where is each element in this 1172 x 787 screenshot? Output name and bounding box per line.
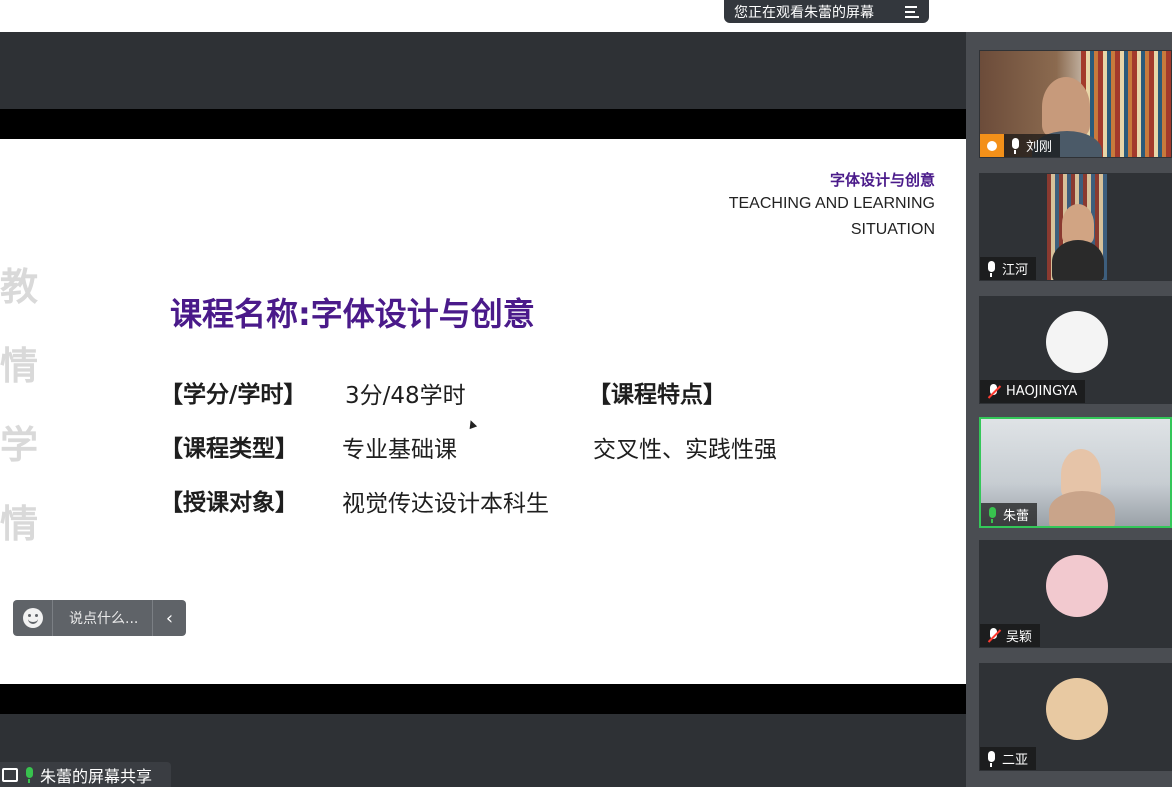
participant-label: 朱蕾: [981, 503, 1038, 526]
brand-en-line1: TEACHING AND LEARNING: [728, 195, 935, 212]
info-value: 视觉传达设计本科生: [342, 491, 549, 517]
emoji-button[interactable]: [13, 600, 53, 636]
participant-label: 二亚: [980, 747, 1037, 770]
participant-label: 吴颖: [980, 624, 1041, 647]
letterbox-top: [0, 109, 966, 139]
screen-share-name: 朱蕾的屏幕共享: [40, 766, 153, 786]
avatar: [1046, 311, 1108, 373]
side-decoration-chars: 教 情 学 情: [0, 247, 38, 563]
letterbox-bottom: [0, 684, 966, 714]
info-row-credits: 【学分/学时】: [160, 375, 342, 409]
slide-brand: 字体设计与创意 TEACHING AND LEARNING SITUATION: [729, 169, 935, 243]
chat-input[interactable]: 说点什么...: [53, 608, 152, 628]
participant-tile-active[interactable]: 朱蕾: [979, 417, 1172, 528]
info-label: 【课程类型】: [160, 436, 298, 462]
participant-tile[interactable]: 刘刚: [979, 50, 1172, 158]
feature-value: 交叉性、实践性强: [593, 437, 777, 463]
top-bar: [0, 0, 1172, 32]
info-value: 专业基础课: [342, 437, 457, 463]
brand-cn: 字体设计与创意: [829, 171, 935, 189]
menu-icon[interactable]: [905, 3, 921, 19]
screen-share-label: 朱蕾的屏幕共享: [0, 762, 171, 787]
avatar: [1046, 555, 1108, 617]
info-row-type: 【课程类型】: [160, 429, 342, 463]
microphone-icon: [1010, 137, 1020, 154]
chat-bar: 说点什么... ‹: [13, 600, 186, 636]
watching-status-pill[interactable]: 您正在观看朱蕾的屏幕: [724, 0, 929, 23]
microphone-icon: [987, 506, 997, 523]
collapse-chat-button[interactable]: ‹: [152, 600, 186, 636]
side-char: 学: [0, 423, 39, 467]
participant-name: 刘刚: [1026, 140, 1053, 155]
participant-tile[interactable]: 吴颖: [979, 540, 1172, 648]
participant-name: 江河: [1002, 263, 1029, 278]
participant-label: 刘刚: [980, 134, 1061, 157]
participant-video-body: [1049, 491, 1115, 526]
participant-video-body: [1052, 240, 1104, 280]
participant-tile[interactable]: 江河: [979, 173, 1172, 281]
info-label: 【学分/学时】: [160, 382, 307, 408]
participant-video-person: [1062, 204, 1094, 244]
smiley-icon: [22, 608, 43, 628]
info-label: 【授课对象】: [160, 490, 298, 516]
info-row-audience: 【授课对象】: [160, 483, 342, 517]
microphone-muted-icon: [986, 383, 1002, 400]
course-title: 课程名称:字体设计与创意: [170, 295, 535, 333]
mouse-cursor-icon: [466, 418, 478, 430]
participant-tile[interactable]: HAOJINGYA: [979, 296, 1172, 404]
side-char: 情: [0, 344, 39, 388]
participant-label: 江河: [980, 257, 1037, 280]
chevron-left-icon: ‹: [165, 607, 174, 629]
microphone-icon: [24, 766, 34, 783]
brand-en-line2: SITUATION: [850, 221, 935, 238]
participant-name: 二亚: [1002, 753, 1029, 768]
microphone-muted-icon: [986, 627, 1002, 644]
participant-label: HAOJINGYA: [980, 380, 1086, 403]
side-char: 情: [0, 502, 39, 546]
watching-status-text: 您正在观看朱蕾的屏幕: [734, 4, 874, 21]
host-icon: [980, 134, 1004, 157]
microphone-icon: [986, 260, 996, 277]
info-value: 3分/48学时: [345, 383, 466, 409]
participant-name: 朱蕾: [1003, 509, 1030, 524]
participant-video-person: [1042, 77, 1090, 137]
feature-label: 【课程特点】: [588, 382, 726, 408]
participant-name: HAOJINGYA: [1006, 384, 1078, 399]
side-char: 教: [0, 265, 39, 309]
participant-tile[interactable]: 二亚: [979, 663, 1172, 771]
microphone-icon: [986, 750, 996, 767]
screen-share-icon: [2, 767, 18, 782]
participant-name: 吴颖: [1006, 630, 1033, 645]
avatar: [1046, 678, 1108, 740]
